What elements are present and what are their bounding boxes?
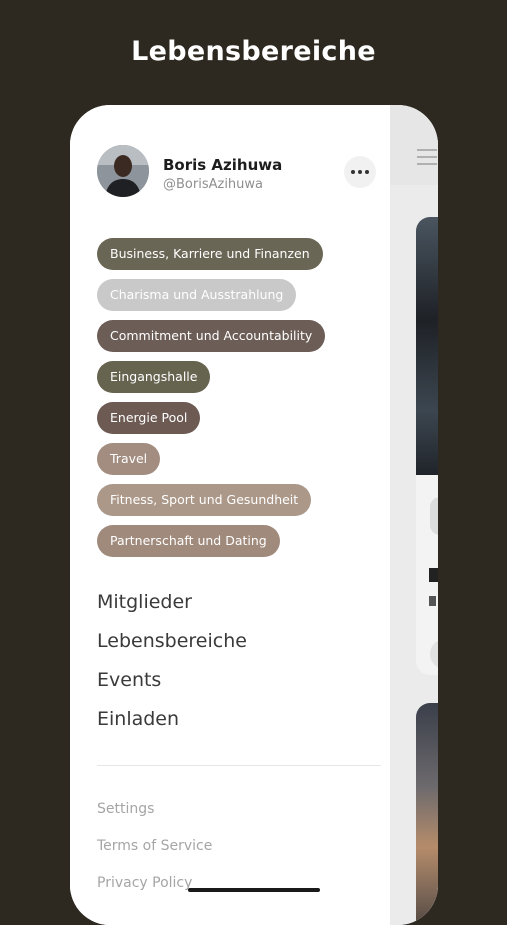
feed-card[interactable] <box>416 217 438 675</box>
screen-headline: Lebensbereiche <box>131 36 376 67</box>
feed-card-title <box>429 568 438 582</box>
feed-card-button[interactable] <box>430 639 438 669</box>
category-tag-list: Business, Karriere und Finanzen Charisma … <box>97 238 377 566</box>
side-drawer: Boris Azihuwa @BorisAzihuwa Business, Ka… <box>70 105 390 925</box>
nav-item-mitglieder[interactable]: Mitglieder <box>97 591 247 630</box>
category-tag[interactable]: Fitness, Sport und Gesundheit <box>97 484 312 516</box>
nav-item-einladen[interactable]: Einladen <box>97 708 247 747</box>
feed-card-subtitle <box>429 596 436 606</box>
more-options-button[interactable] <box>344 156 376 188</box>
background-topbar <box>388 105 438 185</box>
category-tag[interactable]: Partnerschaft und Dating <box>97 525 280 557</box>
nav-item-lebensbereiche[interactable]: Lebensbereiche <box>97 630 247 669</box>
category-tag[interactable]: Energie Pool <box>97 402 201 434</box>
footer-links: Settings Terms of Service Privacy Policy <box>97 801 212 912</box>
user-name: Boris Azihuwa <box>163 156 283 174</box>
category-tag[interactable]: Business, Karriere und Finanzen <box>97 238 323 270</box>
hamburger-menu-icon[interactable] <box>417 149 437 170</box>
feed-card-chip <box>430 497 438 535</box>
category-tag[interactable]: Commitment und Accountability <box>97 320 326 352</box>
nav-item-events[interactable]: Events <box>97 669 247 708</box>
feed-card-image <box>416 217 438 475</box>
phone-frame: Boris Azihuwa @BorisAzihuwa Business, Ka… <box>70 105 438 925</box>
main-navigation: Mitglieder Lebensbereiche Events Einladen <box>97 591 247 747</box>
home-indicator <box>188 888 320 892</box>
footer-link-privacy-policy[interactable]: Privacy Policy <box>97 875 212 912</box>
more-horizontal-icon <box>351 170 355 174</box>
category-tag[interactable]: Eingangshalle <box>97 361 211 393</box>
category-tag[interactable]: Travel <box>97 443 161 475</box>
avatar[interactable] <box>97 145 149 197</box>
feed-card[interactable] <box>416 703 438 925</box>
user-handle: @BorisAzihuwa <box>163 177 264 192</box>
category-tag[interactable]: Charisma und Ausstrahlung <box>97 279 297 311</box>
footer-link-terms-of-service[interactable]: Terms of Service <box>97 838 212 875</box>
divider <box>97 765 381 766</box>
footer-link-settings[interactable]: Settings <box>97 801 212 838</box>
